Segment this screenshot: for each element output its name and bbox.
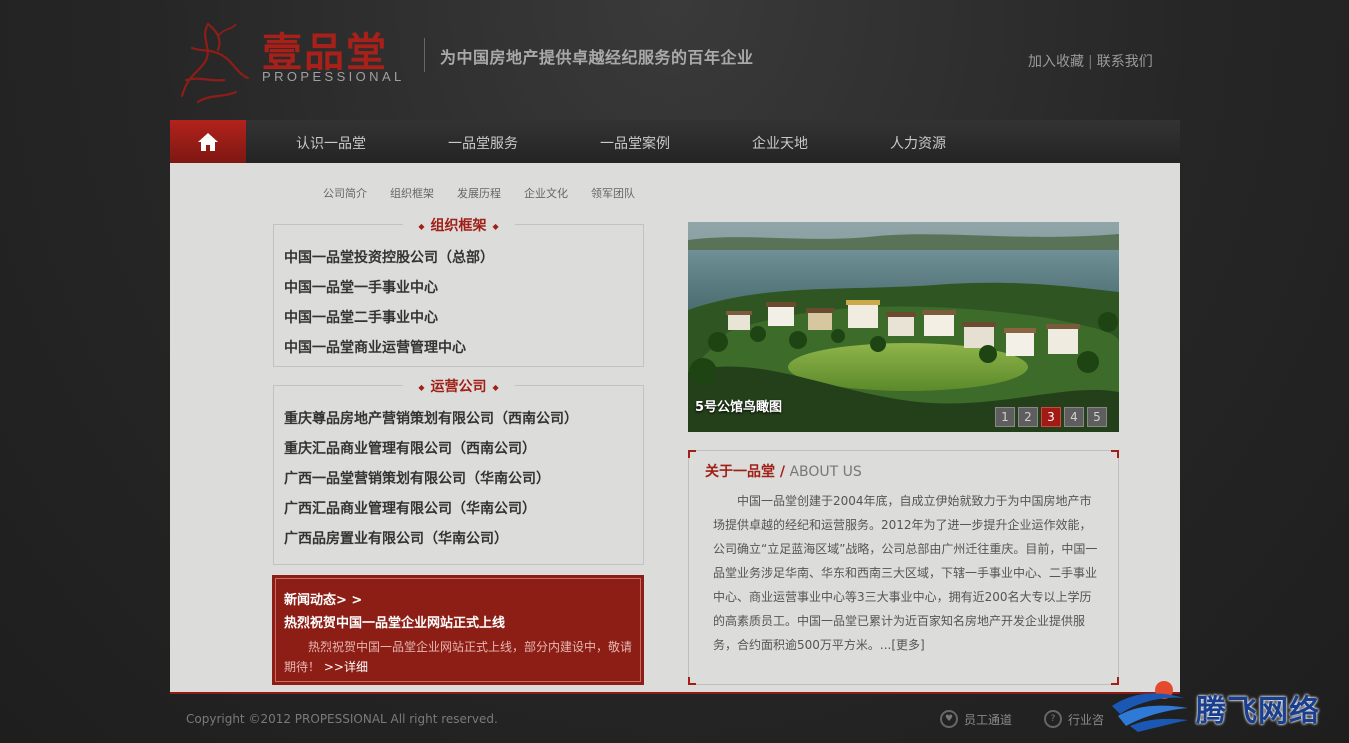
shield-icon: ♥ <box>940 710 958 728</box>
org-item[interactable]: 中国一品堂投资控股公司（总部） <box>284 247 494 267</box>
top-links: 加入收藏 | 联系我们 <box>1028 51 1153 71</box>
subnav-culture[interactable]: 企业文化 <box>524 185 568 201</box>
org-box: ◆ 组织框架 ◆ 中国一品堂投资控股公司（总部） 中国一品堂一手事业中心 中国一品堂… <box>273 215 644 367</box>
home-button[interactable] <box>170 120 246 163</box>
contact-us-link[interactable]: 联系我们 <box>1097 54 1153 70</box>
banner-page-button[interactable]: 4 <box>1064 407 1084 427</box>
industry-consult-link[interactable]: ? 行业咨 <box>1044 710 1104 728</box>
news-heading[interactable]: 新闻动态> > <box>284 589 632 608</box>
about-body: 中国一品堂创建于2004年底，自成立伊始就致力于为中国房地产市场提供卓越的经纪和… <box>713 494 1098 652</box>
staff-channel-link[interactable]: ♥ 员工通道 <box>940 710 1012 728</box>
news-more-link[interactable]: >>详细 <box>324 660 368 674</box>
footer-divider <box>170 692 1180 694</box>
ops-item[interactable]: 重庆汇品商业管理有限公司（西南公司） <box>284 438 536 458</box>
ops-box-title: ◆ 运营公司 ◆ <box>402 376 515 396</box>
about-box: 关于一品堂 / ABOUT US 中国一品堂创建于2004年底，自成立伊始就致力… <box>688 450 1119 685</box>
corner-decoration <box>688 677 696 685</box>
nav-item-cases[interactable]: 一品堂案例 <box>600 133 670 153</box>
news-title[interactable]: 热烈祝贺中国一品堂企业网站正式上线 <box>284 612 632 631</box>
ops-item[interactable]: 广西汇品商业管理有限公司（华南公司） <box>284 498 536 518</box>
site-slogan: 为中国房地产提供卓越经纪服务的百年企业 <box>440 48 754 67</box>
org-box-title: ◆ 组织框架 ◆ <box>402 215 515 235</box>
subnav-team[interactable]: 领军团队 <box>591 185 635 201</box>
ops-item[interactable]: 重庆尊品房地产营销策划有限公司（西南公司） <box>284 408 578 428</box>
header-divider <box>424 38 425 72</box>
watermark-text: 腾飞网络 <box>1196 694 1320 729</box>
about-title: 关于一品堂 / ABOUT US <box>705 464 862 480</box>
news-body: 热烈祝贺中国一品堂企业网站正式上线，部分内建设中，敬请期待！ >>详细 <box>284 640 633 674</box>
ops-box: ◆ 运营公司 ◆ 重庆尊品房地产营销策划有限公司（西南公司） 重庆汇品商业管理有限公… <box>273 376 644 565</box>
watermark-emblem-icon <box>1112 681 1188 732</box>
banner-page-button[interactable]: 5 <box>1087 407 1107 427</box>
org-item[interactable]: 中国一品堂一手事业中心 <box>284 277 438 297</box>
banner-page-button[interactable]: 1 <box>995 407 1015 427</box>
watermark-logo: 腾飞网络 <box>1108 672 1328 742</box>
about-more-link[interactable]: ...[更多] <box>880 638 925 652</box>
copyright: Copyright ©2012 PROPESSIONAL All right r… <box>186 712 498 726</box>
subnav-history[interactable]: 发展历程 <box>457 185 501 201</box>
question-icon: ? <box>1044 710 1062 728</box>
banner-page-button-active[interactable]: 3 <box>1041 407 1061 427</box>
subnav-intro[interactable]: 公司简介 <box>323 185 367 201</box>
banner-caption: 5号公馆鸟瞰图 <box>695 400 783 415</box>
site-logo[interactable]: 壹品堂 PROPESSIONAL <box>178 18 418 104</box>
org-item[interactable]: 中国一品堂二手事业中心 <box>284 307 438 327</box>
ops-item[interactable]: 广西一品堂营销策划有限公司（华南公司） <box>284 468 550 488</box>
corner-decoration <box>688 450 696 458</box>
link-separator: | <box>1088 54 1093 70</box>
subnav-org[interactable]: 组织框架 <box>390 185 434 201</box>
banner-slideshow[interactable]: 5号公馆鸟瞰图 1 2 3 4 5 <box>688 222 1119 432</box>
ops-item[interactable]: 广西品房置业有限公司（华南公司） <box>284 528 508 548</box>
nav-item-hr[interactable]: 人力资源 <box>890 133 946 153</box>
home-icon <box>198 132 218 151</box>
banner-page-button[interactable]: 2 <box>1018 407 1038 427</box>
logo-emblem-icon <box>180 22 250 104</box>
nav-item-about[interactable]: 认识一品堂 <box>296 133 366 153</box>
org-item[interactable]: 中国一品堂商业运营管理中心 <box>284 337 466 357</box>
banner-pager: 1 2 3 4 5 <box>995 407 1107 427</box>
main-nav: 认识一品堂 一品堂服务 一品堂案例 企业天地 人力资源 <box>170 120 1180 163</box>
nav-item-services[interactable]: 一品堂服务 <box>448 133 518 153</box>
nav-item-enterprise[interactable]: 企业天地 <box>752 133 808 153</box>
content-area: 公司简介 组织框架 发展历程 企业文化 领军团队 ◆ 组织框架 ◆ 中国一品堂投资控… <box>170 163 1180 692</box>
news-panel: 新闻动态> > 热烈祝贺中国一品堂企业网站正式上线 热烈祝贺中国一品堂企业网站正… <box>272 575 644 685</box>
logo-english-name: PROPESSIONAL <box>262 69 405 84</box>
add-favorite-link[interactable]: 加入收藏 <box>1028 54 1084 70</box>
corner-decoration <box>1111 450 1119 458</box>
